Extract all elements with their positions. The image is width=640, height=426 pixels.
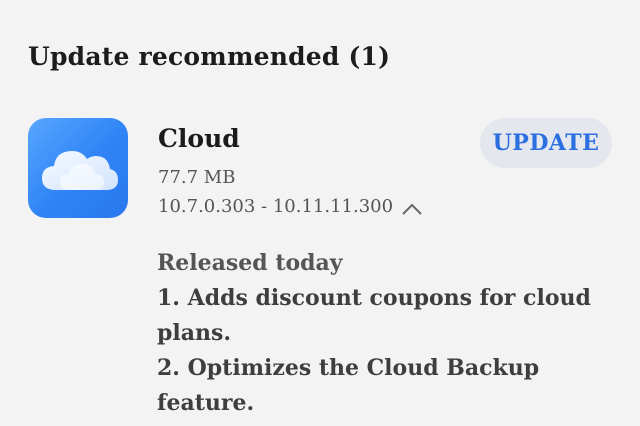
version-toggle[interactable]: 10.7.0.303 - 10.11.11.300 xyxy=(158,196,423,217)
release-note-item: 1. Adds discount coupons for cloud plans… xyxy=(157,285,591,346)
app-version: 10.7.0.303 - 10.11.11.300 xyxy=(158,196,394,217)
release-notes: Released today 1. Adds discount coupons … xyxy=(157,246,597,421)
cloud-icon xyxy=(28,118,128,218)
release-heading: Released today xyxy=(157,250,343,276)
release-note-item: 2. Optimizes the Cloud Backup feature. xyxy=(157,355,540,416)
app-name: Cloud xyxy=(158,124,240,153)
app-size: 77.7 MB xyxy=(158,167,236,188)
chevron-up-icon[interactable] xyxy=(401,200,423,215)
section-title: Update recommended (1) xyxy=(28,42,391,71)
app-update-item[interactable]: Cloud 77.7 MB 10.7.0.303 - 10.11.11.300 … xyxy=(28,118,612,228)
update-button[interactable]: UPDATE xyxy=(480,118,612,168)
